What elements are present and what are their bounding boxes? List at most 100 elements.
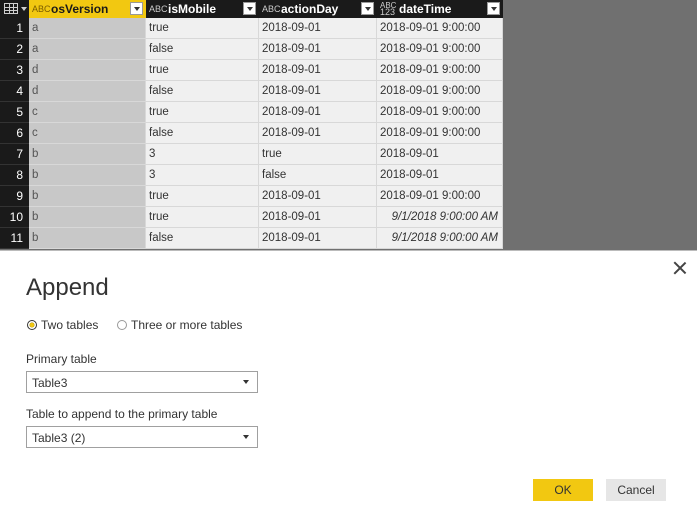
table-cell[interactable]: false [146,123,259,144]
table-cell[interactable]: 3 [146,165,259,186]
table-cell[interactable]: 2018-09-01 9:00:00 [377,123,503,144]
table-cell[interactable]: 2018-09-01 [259,81,377,102]
table-cell[interactable]: true [146,102,259,123]
radio-selected-icon [27,320,37,330]
close-icon[interactable] [672,260,688,276]
column-name: actionDay [281,2,339,16]
row-number[interactable]: 9 [0,186,29,207]
table-cell[interactable]: true [146,18,259,39]
row-number[interactable]: 7 [0,144,29,165]
table-cell[interactable]: c [29,102,146,123]
row-number[interactable]: 8 [0,165,29,186]
column-filter-dropdown[interactable] [487,2,500,15]
column-type-icon[interactable]: ABC 123 [380,2,396,17]
table-row: 4 d false 2018-09-01 2018-09-01 9:00:00 [0,81,503,102]
table-cell[interactable]: 2018-09-01 [259,123,377,144]
table-cell[interactable]: 2018-09-01 [259,60,377,81]
column-header[interactable]: ABC osVersion [29,0,146,18]
table-cell[interactable]: 2018-09-01 9:00:00 [377,39,503,60]
table-cell[interactable]: 2018-09-01 [259,228,377,249]
column-type-icon[interactable]: ABC [149,2,168,16]
table-row: 8 b 3 false 2018-09-01 [0,165,503,186]
table-cell[interactable]: a [29,18,146,39]
table-cell[interactable]: 2018-09-01 [377,144,503,165]
table-cell[interactable]: 2018-09-01 9:00:00 [377,186,503,207]
dialog-title: Append [26,274,109,301]
chevron-down-icon [243,380,249,384]
table-cell[interactable]: true [146,186,259,207]
two-tables-label: Two tables [41,318,99,332]
row-number[interactable]: 5 [0,102,29,123]
chevron-down-icon [21,7,27,11]
table-cell[interactable]: 2018-09-01 [259,39,377,60]
table-cell[interactable]: true [146,207,259,228]
table-cell[interactable]: false [259,165,377,186]
column-header[interactable]: ABC actionDay [259,0,377,18]
primary-table-select[interactable]: Table3 [26,371,258,393]
table-cell[interactable]: true [146,60,259,81]
table-cell[interactable]: 9/1/2018 9:00:00 AM [377,228,503,249]
column-filter-dropdown[interactable] [243,2,256,15]
table-row: 5 c true 2018-09-01 2018-09-01 9:00:00 [0,102,503,123]
table-cell[interactable]: 2018-09-01 9:00:00 [377,60,503,81]
table-menu-button[interactable] [0,0,29,18]
table-row: 9 b true 2018-09-01 2018-09-01 9:00:00 [0,186,503,207]
table-cell[interactable]: false [146,81,259,102]
table-cell[interactable]: a [29,39,146,60]
table-cell[interactable]: b [29,186,146,207]
column-type-icon[interactable]: ABC [262,2,281,16]
column-header[interactable]: ABC isMobile [146,0,259,18]
cancel-button[interactable]: Cancel [606,479,666,501]
table-cell[interactable]: 2018-09-01 [259,207,377,228]
table-cell[interactable]: 2018-09-01 [259,186,377,207]
table-cell[interactable]: 3 [146,144,259,165]
column-name: isMobile [168,2,217,16]
table-cell[interactable]: 2018-09-01 [259,18,377,39]
table-row: 1 a true 2018-09-01 2018-09-01 9:00:00 [0,18,503,39]
column-filter-dropdown[interactable] [130,2,143,15]
primary-table-label: Primary table [26,352,97,366]
table-cell[interactable]: c [29,123,146,144]
append-dialog: Append Two tables Three or more tables P… [0,250,697,530]
column-type-icon[interactable]: ABC [32,2,51,16]
table-cell[interactable]: b [29,228,146,249]
append-table-value: Table3 (2) [32,431,86,445]
column-name: osVersion [51,2,109,16]
row-number[interactable]: 1 [0,18,29,39]
three-or-more-tables-label: Three or more tables [131,318,243,332]
table-cell[interactable]: 2018-09-01 9:00:00 [377,81,503,102]
table-row: 2 a false 2018-09-01 2018-09-01 9:00:00 [0,39,503,60]
table-row: 11 b false 2018-09-01 9/1/2018 9:00:00 AM [0,228,503,249]
table-cell[interactable]: b [29,207,146,228]
table-row: 10 b true 2018-09-01 9/1/2018 9:00:00 AM [0,207,503,228]
table-cell[interactable]: 9/1/2018 9:00:00 AM [377,207,503,228]
table-row: 3 d true 2018-09-01 2018-09-01 9:00:00 [0,60,503,81]
ok-button[interactable]: OK [533,479,593,501]
query-preview-area: ABC osVersion ABC isMobile ABC actionDay ABC 12… [0,0,697,250]
row-number[interactable]: 10 [0,207,29,228]
table-cell[interactable]: b [29,165,146,186]
chevron-down-icon [243,435,249,439]
append-table-select[interactable]: Table3 (2) [26,426,258,448]
table-cell[interactable]: 2018-09-01 [377,165,503,186]
row-number[interactable]: 2 [0,39,29,60]
row-number[interactable]: 3 [0,60,29,81]
table-cell[interactable]: b [29,144,146,165]
table-row: 7 b 3 true 2018-09-01 [0,144,503,165]
table-cell[interactable]: 2018-09-01 9:00:00 [377,18,503,39]
radio-unselected-icon [117,320,127,330]
column-header[interactable]: ABC 123 dateTime [377,0,503,18]
table-cell[interactable]: d [29,81,146,102]
row-number[interactable]: 4 [0,81,29,102]
table-cell[interactable]: 2018-09-01 [259,102,377,123]
row-number[interactable]: 6 [0,123,29,144]
table-cell[interactable]: false [146,39,259,60]
row-number[interactable]: 11 [0,228,29,249]
primary-table-value: Table3 [32,376,68,390]
table-cell[interactable]: 2018-09-01 9:00:00 [377,102,503,123]
append-table-label: Table to append to the primary table [26,407,218,421]
table-cell[interactable]: false [146,228,259,249]
table-cell[interactable]: true [259,144,377,165]
table-cell[interactable]: d [29,60,146,81]
column-filter-dropdown[interactable] [361,2,374,15]
